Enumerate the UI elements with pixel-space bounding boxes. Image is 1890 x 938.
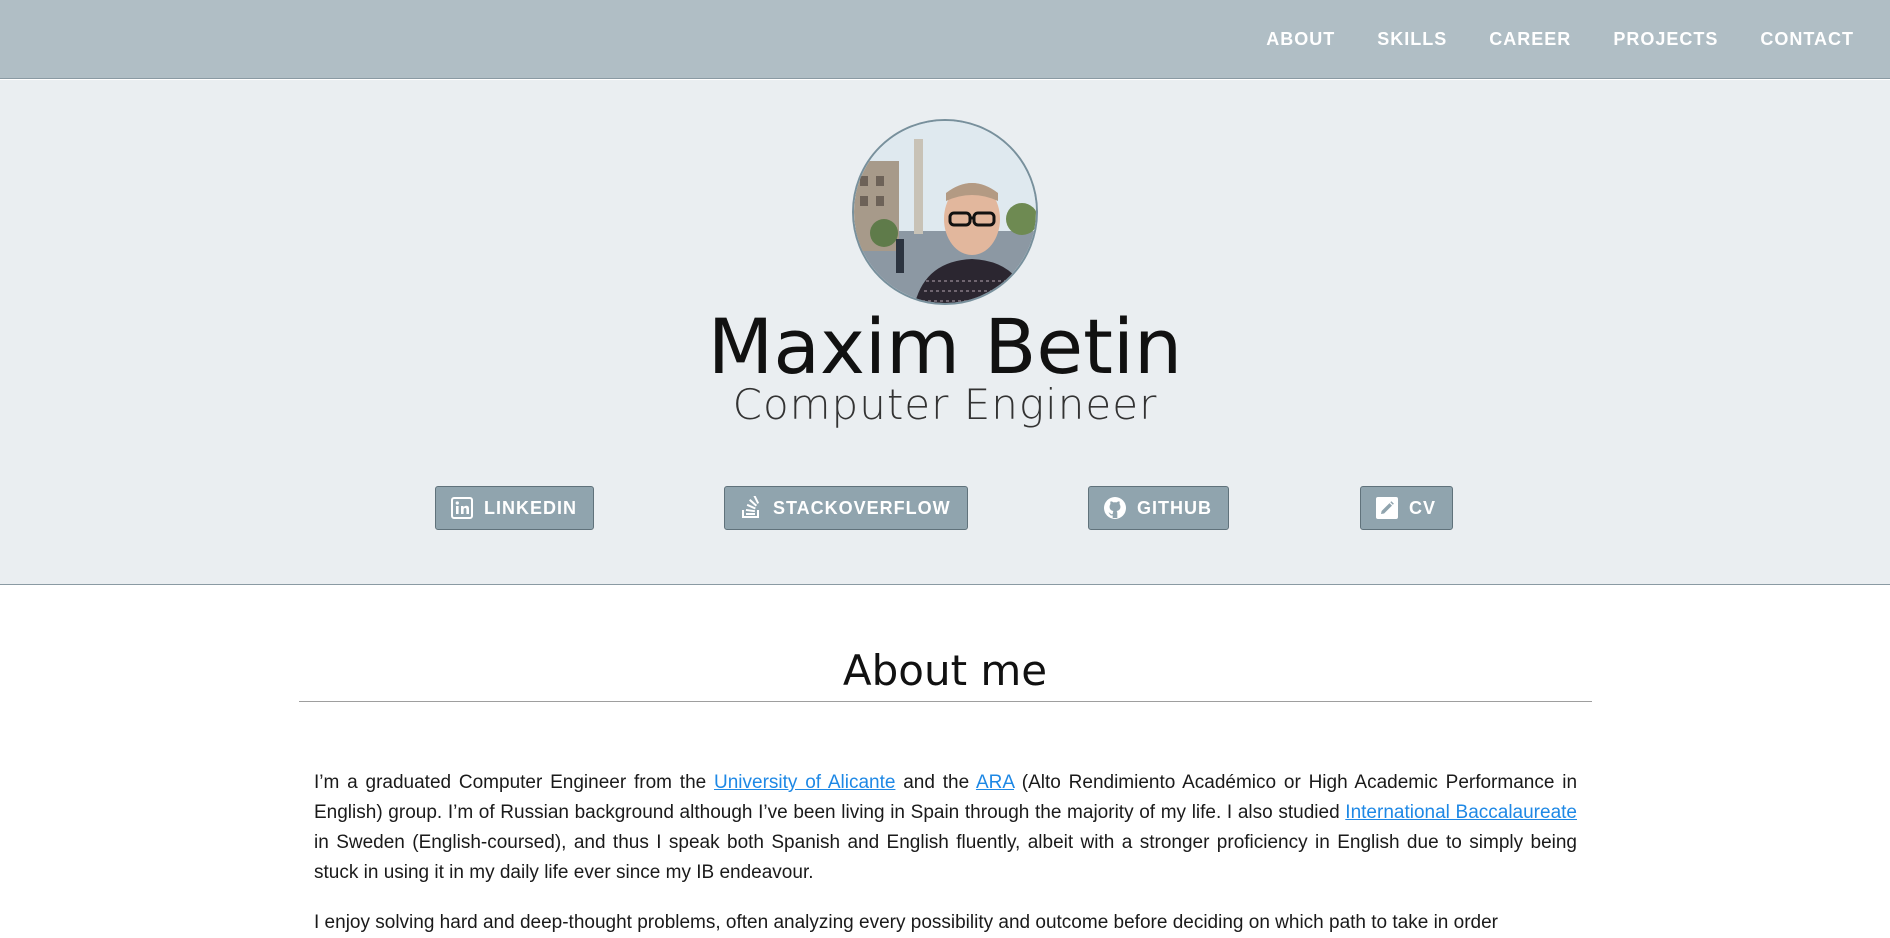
- github-icon: [1103, 496, 1127, 520]
- linkedin-label: LINKEDIN: [484, 497, 577, 518]
- navbar: ABOUT SKILLS CAREER PROJECTS CONTACT: [0, 0, 1890, 79]
- stackoverflow-button[interactable]: STACKOVERFLOW: [724, 486, 968, 530]
- nav-about[interactable]: ABOUT: [1266, 29, 1335, 50]
- link-international-baccalaureate[interactable]: International Baccalaureate: [1345, 802, 1577, 823]
- hero-section: Maxim Betin Computer Engineer LINKEDIN S…: [0, 80, 1890, 585]
- stackoverflow-label: STACKOVERFLOW: [773, 497, 951, 518]
- linkedin-button[interactable]: LINKEDIN: [435, 486, 594, 530]
- cv-label: CV: [1409, 497, 1437, 518]
- about-paragraph-1: I’m a graduated Computer Engineer from t…: [314, 768, 1577, 888]
- nav-contact[interactable]: CONTACT: [1760, 29, 1854, 50]
- nav-career[interactable]: CAREER: [1489, 29, 1571, 50]
- about-text-1: I’m a graduated Computer Engineer from t…: [314, 772, 715, 793]
- profile-name: Maxim Betin: [707, 302, 1183, 391]
- profile-role: Computer Engineer: [732, 380, 1158, 429]
- link-ara[interactable]: ARA: [976, 772, 1014, 793]
- about-title: About me: [842, 646, 1048, 695]
- about-paragraph-2: I enjoy solving hard and deep-thought pr…: [314, 912, 1499, 933]
- section-divider: [299, 701, 1592, 702]
- profile-photo: [852, 119, 1038, 305]
- stackoverflow-icon: [739, 496, 763, 520]
- nav-projects[interactable]: PROJECTS: [1613, 29, 1718, 50]
- link-university-of-alicante[interactable]: University of Alicante: [714, 772, 895, 793]
- github-label: GITHUB: [1137, 497, 1212, 518]
- about-text-4: in Sweden (English-coursed), and thus I …: [314, 832, 1577, 883]
- cv-button[interactable]: CV: [1360, 486, 1454, 530]
- nav-skills[interactable]: SKILLS: [1377, 29, 1447, 50]
- nav-links: ABOUT SKILLS CAREER PROJECTS CONTACT: [1224, 0, 1854, 79]
- edit-icon: [1375, 496, 1399, 520]
- github-button[interactable]: GITHUB: [1088, 486, 1229, 530]
- about-text-2: and the: [895, 772, 976, 793]
- linkedin-icon: [450, 496, 474, 520]
